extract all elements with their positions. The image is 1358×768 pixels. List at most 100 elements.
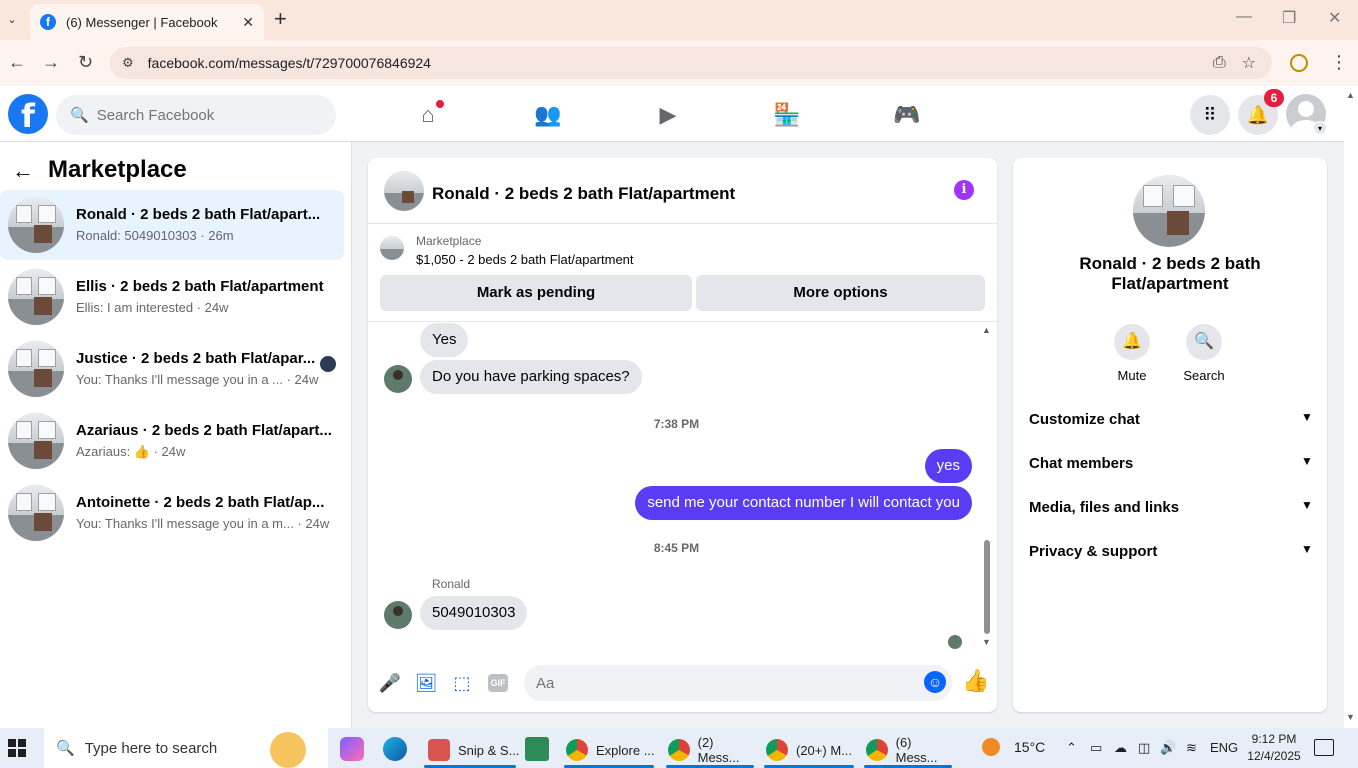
taskbar-app-chrome-messages-6[interactable]: (6) Mess... xyxy=(860,732,956,768)
tab-close-icon[interactable]: ✕ xyxy=(242,14,254,31)
tray-language[interactable]: ENG xyxy=(1210,740,1238,755)
photo-icon[interactable]: 🖼 xyxy=(414,671,438,695)
page-scroll-down-icon[interactable]: ▼ xyxy=(1346,712,1355,722)
search-highlight-moon-icon xyxy=(270,732,306,768)
tray-battery-icon[interactable]: ▭ xyxy=(1090,740,1102,756)
taskbar-clock[interactable]: 9:12 PM 12/4/2025 xyxy=(1246,731,1302,765)
media-files-links-section[interactable]: Media, files and links ▼ xyxy=(1021,488,1319,528)
search-icon: 🔍 xyxy=(56,740,75,757)
forward-icon[interactable]: → xyxy=(42,52,60,73)
window-close-icon[interactable]: ✕ xyxy=(1328,8,1341,28)
menu-grid-icon[interactable]: ⠿ xyxy=(1190,95,1230,135)
browser-tab[interactable]: f (6) Messenger | Facebook ✕ xyxy=(30,4,264,40)
gaming-icon[interactable]: 🎮 xyxy=(892,100,922,130)
mute-button[interactable]: 🔔 Mute xyxy=(1102,324,1162,383)
tray-camera-icon[interactable]: ◫ xyxy=(1138,740,1150,756)
message-timestamp: 7:38 PM xyxy=(653,417,700,431)
copilot-icon[interactable] xyxy=(340,737,364,761)
site-info-icon[interactable]: ⚙ xyxy=(122,55,134,71)
listing-thumbnail xyxy=(8,269,64,325)
incoming-message[interactable]: Do you have parking spaces? xyxy=(420,360,642,394)
search-conversation-button[interactable]: 🔍 Search xyxy=(1174,324,1234,383)
microphone-icon[interactable]: 🎤 xyxy=(378,671,402,695)
taskbar-app-snip[interactable]: Snip & S... xyxy=(420,732,520,768)
thumbs-up-icon[interactable]: 👍 xyxy=(962,669,989,693)
outgoing-message[interactable]: send me your contact number I will conta… xyxy=(635,486,972,520)
reload-icon[interactable]: ↻ xyxy=(78,52,93,73)
tray-cloud-icon[interactable]: ☁ xyxy=(1114,740,1127,756)
customize-chat-section[interactable]: Customize chat ▼ xyxy=(1021,400,1319,440)
bookmark-star-icon[interactable]: ☆ xyxy=(1242,53,1256,73)
taskbar-app-chrome-messages-2[interactable]: (2) Mess... xyxy=(662,732,758,768)
maximize-icon[interactable]: ❐ xyxy=(1282,8,1296,28)
tray-volume-icon[interactable]: 🔊 xyxy=(1160,740,1176,756)
privacy-support-section[interactable]: Privacy & support ▼ xyxy=(1021,532,1319,572)
message-input[interactable] xyxy=(524,665,952,701)
install-app-icon[interactable]: ⎙ xyxy=(1213,54,1226,72)
listing-large-avatar[interactable] xyxy=(1133,175,1205,247)
chat-listing-avatar[interactable] xyxy=(384,171,424,211)
browser-menu-icon[interactable]: ⋮ xyxy=(1330,52,1348,73)
mark-as-pending-button[interactable]: Mark as pending xyxy=(380,275,692,311)
chat-title[interactable]: Ronald · 2 beds 2 bath Flat/apartment xyxy=(432,184,735,204)
scroll-down-icon[interactable]: ▼ xyxy=(982,637,991,647)
notification-center-icon[interactable] xyxy=(1314,739,1334,756)
sticker-icon[interactable]: ⬚ xyxy=(450,671,474,695)
facebook-search-input[interactable] xyxy=(96,106,317,124)
search-icon: 🔍 xyxy=(70,107,89,124)
tray-chevron-up-icon[interactable]: ⌃ xyxy=(1066,740,1077,756)
tray-wifi-icon[interactable]: ≋ xyxy=(1186,740,1197,756)
snip-icon xyxy=(428,739,450,761)
conversation-item[interactable]: Justice · 2 beds 2 bath Flat/apar... You… xyxy=(0,334,344,404)
video-icon[interactable]: ▶ xyxy=(653,100,683,130)
incoming-message[interactable]: Yes xyxy=(420,323,469,357)
tab-search-icon[interactable]: ⌄ xyxy=(2,10,22,30)
back-icon[interactable]: ← xyxy=(8,52,26,73)
sender-avatar[interactable] xyxy=(384,365,412,393)
edge-icon[interactable] xyxy=(383,737,407,761)
facebook-search[interactable]: 🔍 xyxy=(56,95,336,135)
outgoing-message[interactable]: yes xyxy=(924,449,972,483)
marketplace-icon[interactable]: 🏪 xyxy=(772,100,802,130)
account-chevron-down-icon[interactable]: ▾ xyxy=(1313,121,1327,135)
page-scrollbar[interactable] xyxy=(1344,86,1358,728)
chat-members-section[interactable]: Chat members ▼ xyxy=(1021,444,1319,484)
windows-start-icon[interactable] xyxy=(8,739,26,757)
url-text[interactable]: facebook.com/messages/t/729700076846924 xyxy=(148,55,1213,71)
taskbar-app-chrome-explore[interactable]: Explore ... xyxy=(560,732,658,768)
message-scrollbar[interactable] xyxy=(984,540,990,634)
incoming-message[interactable]: 5049010303 xyxy=(420,596,528,630)
sender-avatar[interactable] xyxy=(384,601,412,629)
conversation-item[interactable]: Azariaus · 2 beds 2 bath Flat/apart... A… xyxy=(0,406,344,476)
listing-price-title[interactable]: $1,050 - 2 beds 2 bath Flat/apartment xyxy=(416,252,634,267)
message-timestamp: 8:45 PM xyxy=(653,541,700,555)
new-tab-icon[interactable]: + xyxy=(274,8,287,30)
conversation-item[interactable]: Ellis · 2 beds 2 bath Flat/apartment Ell… xyxy=(0,262,344,332)
spreadsheet-icon[interactable] xyxy=(525,737,549,761)
address-bar[interactable]: ⚙ facebook.com/messages/t/72970007684692… xyxy=(110,47,1272,79)
browser-profile-icon[interactable] xyxy=(1290,54,1308,72)
section-label: Privacy & support xyxy=(1029,543,1158,560)
conversation-item[interactable]: Ronald · 2 beds 2 bath Flat/apart... Ron… xyxy=(0,190,344,260)
info-icon[interactable]: i xyxy=(954,180,974,200)
marketplace-listing-box: Marketplace $1,050 - 2 beds 2 bath Flat/… xyxy=(368,224,997,322)
more-options-button[interactable]: More options xyxy=(696,275,985,311)
taskbar-app-chrome-messages-20[interactable]: (20+) M... xyxy=(760,732,858,768)
page-scroll-up-icon[interactable]: ▲ xyxy=(1346,90,1355,100)
back-arrow-icon[interactable]: ← xyxy=(12,158,34,184)
minimize-icon[interactable]: — xyxy=(1236,8,1252,26)
listing-small-thumbnail xyxy=(380,236,404,260)
friends-icon[interactable]: 👥 xyxy=(533,100,563,130)
conversation-item[interactable]: Antoinette · 2 beds 2 bath Flat/ap... Yo… xyxy=(0,478,344,548)
scroll-up-icon[interactable]: ▲ xyxy=(982,325,991,335)
weather-widget[interactable]: 15°C xyxy=(982,738,1045,756)
facebook-logo-icon[interactable]: f xyxy=(8,94,48,135)
chat-panel: Ronald · 2 beds 2 bath Flat/apartment i … xyxy=(368,158,997,712)
clock-date: 12/4/2025 xyxy=(1247,749,1301,763)
taskbar-search[interactable]: 🔍 Type here to search xyxy=(44,728,328,768)
read-receipt-avatar xyxy=(948,635,962,649)
emoji-icon[interactable]: ☺ xyxy=(924,671,946,693)
chrome-icon xyxy=(766,739,788,761)
gif-icon[interactable]: GIF xyxy=(488,674,508,692)
chevron-down-icon: ▼ xyxy=(1301,454,1313,468)
